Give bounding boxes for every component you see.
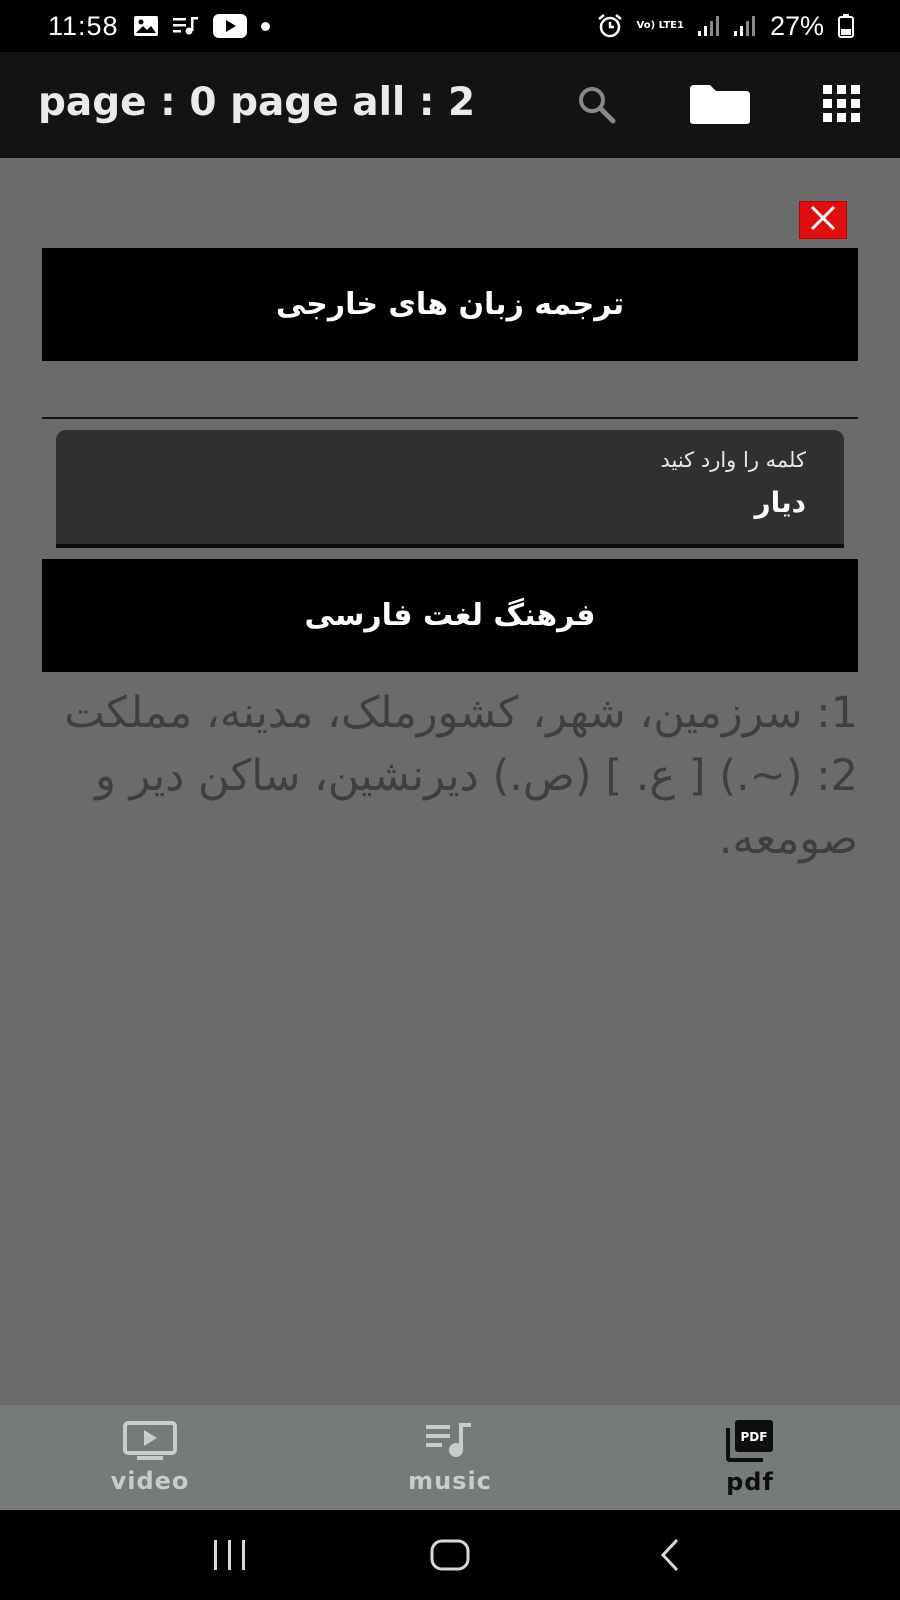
- folder-icon[interactable]: [688, 82, 752, 126]
- home-icon[interactable]: [410, 1525, 490, 1585]
- nav-item-pdf[interactable]: PDF pdf: [600, 1405, 900, 1510]
- alarm-icon: [597, 13, 623, 39]
- translate-foreign-languages-button[interactable]: ترجمه زبان های خارجی: [42, 248, 858, 361]
- youtube-icon: [212, 14, 247, 38]
- close-button[interactable]: [799, 201, 847, 239]
- word-input[interactable]: [106, 486, 806, 519]
- battery-percent: 27%: [769, 10, 824, 41]
- nav-label-music: music: [408, 1466, 492, 1495]
- gallery-icon: [133, 15, 159, 37]
- back-icon[interactable]: [630, 1525, 710, 1585]
- status-time: 11:58: [48, 10, 119, 41]
- page-info: page : 0 page all : 2: [38, 80, 476, 125]
- system-nav-bar: [0, 1510, 900, 1600]
- music-queue-icon: [172, 16, 199, 36]
- status-left: 11:58: [48, 11, 270, 42]
- divider: [42, 417, 858, 419]
- input-label: کلمه را وارد کنید: [660, 448, 806, 472]
- status-bar: 11:58 Vo) LTE1 27%: [0, 0, 900, 52]
- definition-text: 1: سرزمین، شهر، کشورملک، مدینه، مملکت 2:…: [64, 688, 858, 864]
- search-icon[interactable]: [574, 82, 618, 126]
- video-icon: [123, 1420, 177, 1465]
- nav-item-video[interactable]: video: [0, 1405, 300, 1510]
- grid-menu-icon[interactable]: [822, 84, 862, 124]
- nav-item-music[interactable]: music: [300, 1405, 600, 1510]
- svg-text:PDF: PDF: [741, 1430, 768, 1444]
- music-icon: [426, 1421, 474, 1465]
- nav-label-pdf: pdf: [726, 1467, 774, 1496]
- signal-icon: [733, 15, 756, 37]
- battery-icon: [838, 14, 854, 38]
- bottom-nav: video music PDF pdf: [0, 1405, 900, 1510]
- recent-apps-icon[interactable]: [190, 1525, 270, 1585]
- status-right: Vo) LTE1 27%: [597, 10, 854, 42]
- signal-icon: [697, 15, 720, 37]
- dot-icon: [260, 21, 270, 31]
- pdf-icon: PDF: [725, 1419, 775, 1466]
- app-bar: page : 0 page all : 2: [0, 52, 900, 158]
- word-input-field[interactable]: کلمه را وارد کنید: [56, 430, 844, 548]
- persian-dictionary-button[interactable]: فرهنگ لغت فارسی: [42, 559, 858, 672]
- network-label: Vo) LTE1: [636, 20, 684, 31]
- nav-label-video: video: [110, 1466, 190, 1495]
- close-icon: [809, 204, 837, 236]
